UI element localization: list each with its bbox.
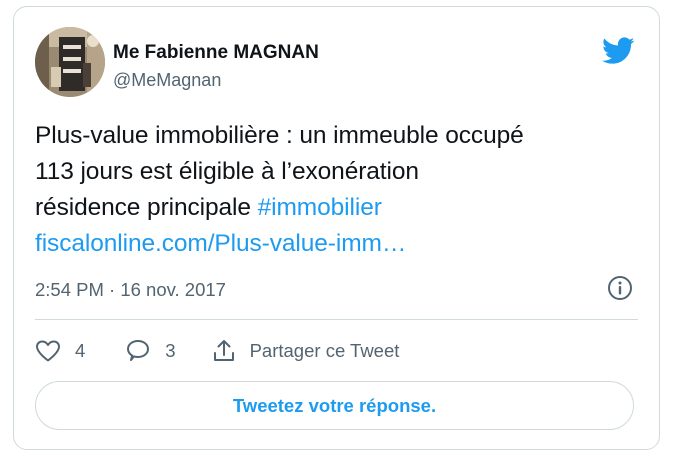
tweet-card: Me Fabienne MAGNAN @MeMagnan Plus-value … [13, 6, 660, 450]
reply-cta-button[interactable]: Tweetez votre réponse. [35, 381, 634, 430]
divider [35, 319, 638, 320]
like-count: 4 [75, 340, 86, 361]
reply-count: 3 [165, 340, 176, 361]
url-link[interactable]: fiscalonline.com/Plus-value-imm… [35, 226, 635, 262]
timestamp[interactable]: 2:54 PM · 16 nov. 2017 [35, 277, 226, 303]
like-button[interactable]: 4 [35, 339, 85, 363]
comment-icon [127, 340, 150, 361]
heart-icon [36, 340, 60, 362]
info-icon[interactable] [607, 275, 633, 301]
avatar[interactable] [35, 27, 105, 97]
share-label: Partager ce Tweet [249, 340, 400, 361]
reply-button[interactable]: 3 [125, 338, 176, 364]
user-handle[interactable]: @MeMagnan [113, 67, 319, 93]
display-name[interactable]: Me Fabienne MAGNAN [113, 41, 319, 65]
action-bar: 4 3 Partager ce Tweet [35, 334, 399, 368]
hashtag-link[interactable]: #immobilier [258, 194, 382, 221]
avatar-photo [35, 27, 105, 97]
twitter-bird-icon[interactable] [602, 37, 635, 65]
share-button[interactable]: Partager ce Tweet [212, 338, 400, 364]
tweet-text-line: Plus-value immobilière : un immeuble occ… [35, 122, 524, 149]
tweet-text-fragment: résidence principale [35, 194, 251, 221]
tweet-text-line: résidence principale #immobilier [35, 190, 635, 226]
author-block[interactable]: Me Fabienne MAGNAN @MeMagnan [113, 41, 319, 93]
share-icon [213, 340, 234, 361]
tweet-text-line: 113 jours est éligible à l’exonération [35, 158, 419, 185]
tweet-text: Plus-value immobilière : un immeuble occ… [35, 118, 635, 262]
